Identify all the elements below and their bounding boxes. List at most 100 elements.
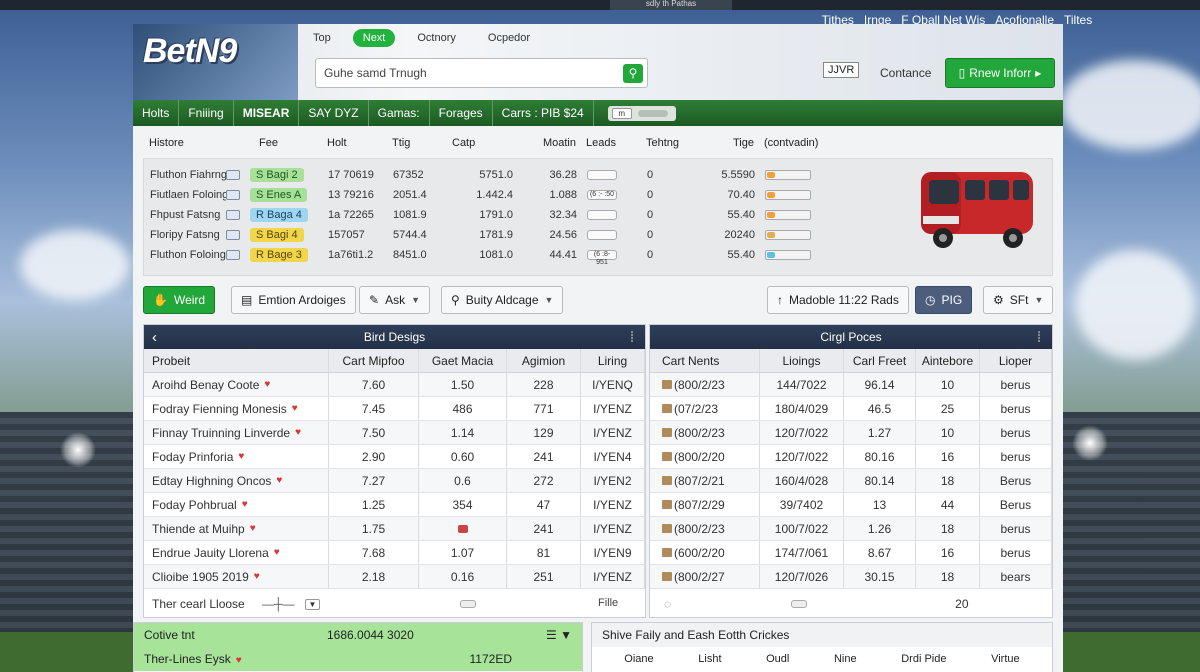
card-icon[interactable]: [226, 230, 240, 241]
sft-dropdown[interactable]: ⚙ SFt ▼: [983, 286, 1054, 314]
table-row[interactable]: (600/2/20 174/7/061 8.67 16 berus: [650, 541, 1052, 565]
status-pill[interactable]: [765, 250, 811, 261]
menu-item[interactable]: Fniiing: [179, 100, 234, 126]
stage-chip[interactable]: S Bagi 2: [250, 168, 304, 182]
adjust-icon[interactable]: —┼—: [262, 597, 295, 611]
heart-icon[interactable]: ♥: [274, 547, 280, 558]
heart-icon[interactable]: ♥: [238, 451, 244, 462]
status-pill[interactable]: [765, 170, 811, 181]
renew-info-button[interactable]: ▯ Rnew Inforr ▸: [945, 58, 1055, 88]
search-input[interactable]: [316, 59, 606, 87]
contance-link[interactable]: Contance: [880, 66, 931, 80]
heart-icon[interactable]: ♥: [236, 655, 242, 666]
lead-pill[interactable]: [587, 170, 617, 181]
table-row[interactable]: (807/2/21 160/4/028 80.14 18 Berus: [650, 469, 1052, 493]
menu-item[interactable]: SAY DYZ: [299, 100, 369, 126]
card-icon[interactable]: [226, 190, 240, 201]
tab-next[interactable]: Next: [352, 29, 396, 47]
lead-pill[interactable]: (6 :8-951: [587, 250, 617, 266]
pig-button[interactable]: ◷ PIG: [915, 286, 973, 314]
stage-chip[interactable]: R Baga 4: [250, 208, 308, 222]
table-row[interactable]: (800/2/23 144/7022 96.14 10 berus: [650, 373, 1052, 397]
table-row[interactable]: (800/2/20 120/7/022 80.16 16 berus: [650, 445, 1052, 469]
table-row[interactable]: (800/2/27 120/7/026 30.15 18 bears: [650, 565, 1052, 589]
card-icon[interactable]: [226, 210, 240, 221]
status-pill[interactable]: [765, 190, 811, 201]
card-row[interactable]: Ther-Lines Eysk ♥ 1172ED: [134, 647, 582, 671]
weird-button[interactable]: ✋ Weird: [143, 286, 216, 314]
col-header[interactable]: Nine: [834, 653, 857, 665]
signal-icon[interactable]: ☰ ▼: [546, 628, 572, 642]
heart-icon[interactable]: ♥: [292, 403, 298, 414]
table-row[interactable]: (800/2/23 120/7/022 1.27 10 berus: [650, 421, 1052, 445]
menu-item[interactable]: MISEAR: [234, 100, 300, 126]
resize-icon[interactable]: ┊: [629, 332, 635, 343]
col-header[interactable]: Virtue: [991, 653, 1020, 665]
jvr-badge[interactable]: JJVR: [823, 62, 860, 78]
table-row[interactable]: Thiende at Muihp ♥ 1.75 241 I/YENZ: [144, 517, 645, 541]
back-icon[interactable]: ‹: [152, 329, 157, 346]
site-logo[interactable]: BetN9: [143, 32, 237, 71]
col-header[interactable]: Aintebore: [916, 349, 980, 372]
table-row[interactable]: (807/2/29 39/7402 13 44 Berus: [650, 493, 1052, 517]
col-header[interactable]: Drdi Pide: [901, 653, 946, 665]
menu-item[interactable]: Forages: [430, 100, 493, 126]
table-row[interactable]: Fodray Fienning Monesis ♥ 7.45 486 771 I/YENZ: [144, 397, 645, 421]
search-icon[interactable]: ⚲: [623, 64, 643, 83]
card-icon[interactable]: [226, 170, 240, 181]
heart-icon[interactable]: ♥: [276, 475, 282, 486]
col-header[interactable]: Lioper: [980, 349, 1052, 372]
ask-dropdown[interactable]: ✎ Ask ▼: [359, 286, 430, 314]
col-header[interactable]: Oiane: [624, 653, 653, 665]
heart-icon[interactable]: ♥: [295, 427, 301, 438]
radio-icon[interactable]: ◌: [664, 597, 671, 611]
table-row[interactable]: Finnay Truinning Linverde ♥ 7.50 1.14 129 I/Y…: [144, 421, 645, 445]
heart-icon[interactable]: ♥: [250, 523, 256, 534]
lead-pill[interactable]: [587, 230, 617, 241]
col-header[interactable]: Cart Mipfoo: [329, 349, 419, 372]
lead-pill[interactable]: [587, 210, 617, 221]
card-icon[interactable]: [226, 250, 240, 261]
col-header[interactable]: Oudl: [766, 653, 789, 665]
col-header[interactable]: Cart Nents: [650, 349, 760, 372]
table-row[interactable]: Edtay Highning Oncos ♥ 7.27 0.6 272 I/YEN2: [144, 469, 645, 493]
status-pill[interactable]: [765, 210, 811, 221]
scroll-pill[interactable]: [460, 600, 477, 608]
table-row[interactable]: Clioibe 1905 2019 ♥ 2.18 0.16 251 I/YENZ: [144, 565, 645, 589]
heart-icon[interactable]: ♥: [264, 379, 270, 390]
madoble-button[interactable]: ↑ Madoble 11:22 Rads: [767, 286, 909, 314]
table-row[interactable]: (07/2/23 180/4/029 46.5 25 berus: [650, 397, 1052, 421]
table-row[interactable]: Endrue Jauity Llorena ♥ 7.68 1.07 81 I/YEN9: [144, 541, 645, 565]
resize-icon[interactable]: ┊: [1036, 332, 1042, 343]
tab-ocpedor[interactable]: Ocpedor: [478, 29, 540, 47]
table-row[interactable]: Foday Pohbrual ♥ 1.25 354 47 I/YENZ: [144, 493, 645, 517]
col-header[interactable]: Carl Freet: [844, 349, 916, 372]
emtion-button[interactable]: ▤ Emtion Ardoiges: [231, 286, 356, 314]
col-header[interactable]: Lioings: [760, 349, 844, 372]
table-row[interactable]: (800/2/23 100/7/022 1.26 18 berus: [650, 517, 1052, 541]
col-header[interactable]: Gaet Macia: [419, 349, 507, 372]
dropdown-icon[interactable]: ▼: [304, 598, 321, 610]
status-pill[interactable]: [765, 230, 811, 241]
menu-toggle[interactable]: m: [607, 105, 676, 121]
col-header[interactable]: Lisht: [698, 653, 721, 665]
buity-dropdown[interactable]: ⚲ Buity Aldcage ▼: [441, 286, 564, 314]
menu-item[interactable]: Carrs : PIB $24: [493, 100, 594, 126]
col-header[interactable]: Agimion: [507, 349, 581, 372]
top-center-tab[interactable]: sdly th Pathas: [610, 0, 732, 10]
tab-top[interactable]: Top: [303, 29, 341, 47]
menu-item[interactable]: Gamas:: [369, 100, 430, 126]
col-header[interactable]: Liring: [581, 349, 645, 372]
scroll-pill[interactable]: [791, 600, 808, 608]
menu-item[interactable]: Holts: [133, 100, 180, 126]
table-row[interactable]: Foday Prinforia ♥ 2.90 0.60 241 I/YEN4: [144, 445, 645, 469]
heart-icon[interactable]: ♥: [242, 499, 248, 510]
stage-chip[interactable]: S Enes A: [250, 188, 308, 202]
top-link[interactable]: Tiltes: [1064, 13, 1092, 27]
tab-octnory[interactable]: Octnory: [407, 29, 466, 47]
table-row[interactable]: Aroihd Benay Coote ♥ 7.60 1.50 228 I/YENQ: [144, 373, 645, 397]
stage-chip[interactable]: R Bage 3: [250, 248, 308, 262]
stage-chip[interactable]: S Bagi 4: [250, 228, 304, 242]
col-header[interactable]: Probeit: [144, 349, 329, 372]
lead-pill[interactable]: (6 :- :50: [587, 190, 617, 201]
